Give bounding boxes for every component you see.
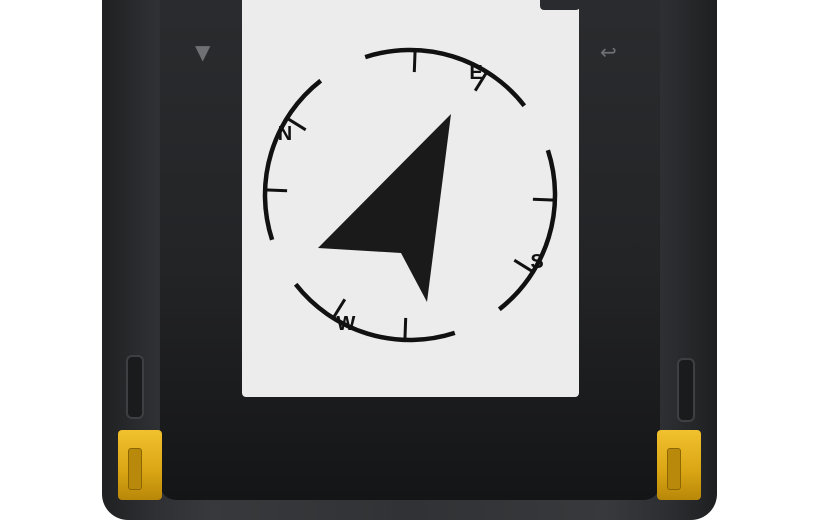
north-label: N — [278, 123, 292, 145]
navigation-arrow-icon — [318, 114, 451, 302]
west-label: W — [337, 313, 356, 335]
back-icon[interactable]: ↩ — [600, 40, 617, 64]
compass-tick — [412, 50, 417, 73]
east-label: E — [469, 62, 482, 84]
compass-tick — [403, 317, 408, 340]
device-screen: N E S W — [242, 0, 579, 397]
compass-tick — [532, 197, 555, 202]
left-side-button[interactable] — [126, 355, 144, 419]
right-bumper — [657, 430, 701, 500]
left-bumper — [118, 430, 162, 500]
right-side-button[interactable] — [677, 358, 695, 422]
compass-tick — [265, 188, 288, 193]
down-arrow-icon[interactable]: ▼ — [195, 40, 210, 64]
compass-dial-icon: N E S W — [262, 47, 558, 343]
south-label: S — [530, 251, 543, 273]
screen-notch — [540, 0, 580, 10]
